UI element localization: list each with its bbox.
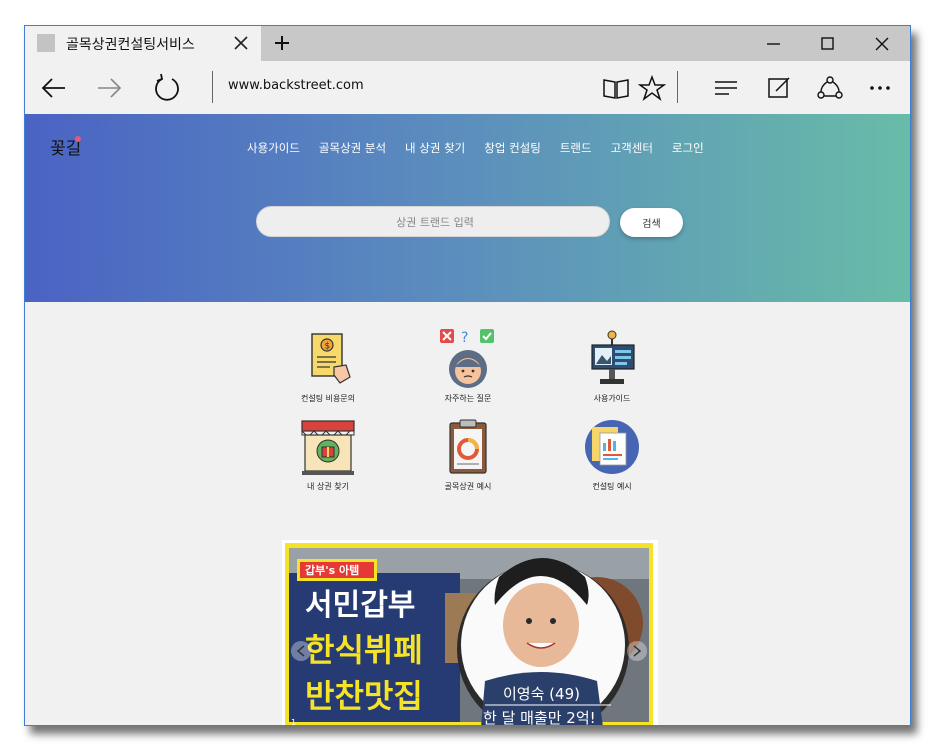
- nav-item-consulting[interactable]: 창업 컨설팅: [484, 140, 541, 156]
- reading-view-icon[interactable]: [599, 71, 633, 105]
- svg-text:갑부's 아템: 갑부's 아템: [305, 563, 359, 577]
- svg-text:한식뷔페: 한식뷔페: [305, 631, 423, 669]
- browser-window: 골목상권컨설팅서비스 www.backstreet.com 꽃길 사용가이드 골…: [24, 25, 911, 726]
- svg-text:1: 1: [291, 718, 296, 726]
- svg-text:반찬맛집: 반찬맛집: [305, 677, 423, 715]
- browser-tab[interactable]: 골목상권컨설팅서비스: [25, 26, 261, 61]
- hero-header: 꽃길 사용가이드 골목상권 분석 내 상권 찾기 창업 컨설팅 트랜드 고객센터…: [25, 114, 910, 302]
- service-item-faq[interactable]: ? 자주하는 질문: [418, 329, 518, 404]
- invoice-dollar-icon: $: [311, 333, 351, 384]
- minimize-icon[interactable]: [749, 26, 799, 61]
- toolbar-separator: [677, 71, 678, 103]
- address-separator: [212, 71, 213, 103]
- service-label: 컨설팅 비용문의: [300, 394, 356, 403]
- nav-item-guide[interactable]: 사용가이드: [247, 140, 300, 156]
- guide-sign-icon: [591, 330, 635, 384]
- tab-bar: 골목상권컨설팅서비스: [25, 26, 910, 61]
- window-close-icon[interactable]: [857, 26, 907, 61]
- svg-text:$: $: [325, 342, 331, 352]
- service-label: 컨설팅 예시: [592, 482, 632, 491]
- banner-slide: 갑부's 아템 서민갑부 한식뷔페 반찬맛집 이영숙 (49) 한 달 매출만 …: [285, 543, 653, 726]
- service-label: 내 상권 찾기: [307, 482, 349, 491]
- nav-item-trend[interactable]: 트랜드: [560, 140, 592, 156]
- service-item-consulting-example[interactable]: 컨설팅 예시: [562, 417, 662, 492]
- search-box: [256, 206, 613, 238]
- svg-text:이영숙 (49): 이영숙 (49): [503, 685, 580, 703]
- share-icon[interactable]: [813, 71, 847, 105]
- banner-image: 갑부's 아템 서민갑부 한식뷔페 반찬맛집 이영숙 (49) 한 달 매출만 …: [285, 543, 653, 726]
- search-input[interactable]: [257, 207, 613, 238]
- service-item-find-area[interactable]: 내 상권 찾기: [278, 417, 378, 492]
- browser-toolbar: www.backstreet.com: [25, 61, 910, 115]
- nav-item-support[interactable]: 고객센터: [611, 140, 653, 156]
- svg-text:?: ?: [461, 330, 468, 346]
- svg-text:한 달 매출만 2억!: 한 달 매출만 2억!: [483, 709, 596, 726]
- main-nav: 사용가이드 골목상권 분석 내 상권 찾기 창업 컨설팅 트랜드 고객센터 로그…: [247, 140, 723, 156]
- search-button[interactable]: 검색: [620, 208, 683, 237]
- service-label: 자주하는 질문: [444, 394, 492, 403]
- svg-text:꽃길: 꽃길: [50, 139, 81, 159]
- hub-menu-icon[interactable]: [709, 71, 743, 105]
- faq-person-icon: ?: [440, 329, 494, 388]
- favorite-star-icon[interactable]: [635, 71, 669, 105]
- tab-favicon-icon: [37, 34, 55, 52]
- logo-mark-icon: 꽃길: [50, 136, 81, 159]
- clipboard-chart-icon: [449, 419, 487, 474]
- service-item-cost-inquiry[interactable]: $ 컨설팅 비용문의: [278, 329, 378, 404]
- web-note-icon[interactable]: [762, 71, 796, 105]
- address-bar[interactable]: www.backstreet.com: [228, 78, 364, 93]
- service-item-area-example[interactable]: 골목상권 예시: [418, 417, 518, 492]
- close-tab-icon[interactable]: [230, 30, 252, 56]
- service-item-guide[interactable]: 사용가이드: [562, 329, 662, 404]
- maximize-icon[interactable]: [803, 26, 853, 61]
- tab-title: 골목상권컨설팅서비스: [66, 37, 195, 53]
- forward-arrow-icon[interactable]: [92, 71, 126, 105]
- new-tab-icon[interactable]: [269, 29, 295, 57]
- banner-carousel[interactable]: 갑부's 아템 서민갑부 한식뷔페 반찬맛집 이영숙 (49) 한 달 매출만 …: [282, 540, 658, 726]
- main-content: $ 컨설팅 비용문의 ? 자주하는 질문 사용가이드 내 상권 찾기 골목상권 …: [25, 302, 910, 725]
- more-options-icon[interactable]: [863, 71, 897, 105]
- nav-item-login[interactable]: 로그인: [672, 140, 704, 156]
- site-logo[interactable]: 꽃길: [49, 134, 83, 162]
- service-label: 사용가이드: [593, 394, 631, 403]
- storefront-gift-icon: [301, 420, 355, 475]
- nav-item-analysis[interactable]: 골목상권 분석: [319, 140, 386, 156]
- service-label: 골목상권 예시: [444, 482, 492, 491]
- nav-item-find-area[interactable]: 내 상권 찾기: [405, 140, 465, 156]
- report-chart-icon: [585, 420, 639, 474]
- svg-text:서민갑부: 서민갑부: [305, 588, 415, 623]
- refresh-icon[interactable]: [150, 71, 184, 105]
- back-arrow-icon[interactable]: [37, 71, 71, 105]
